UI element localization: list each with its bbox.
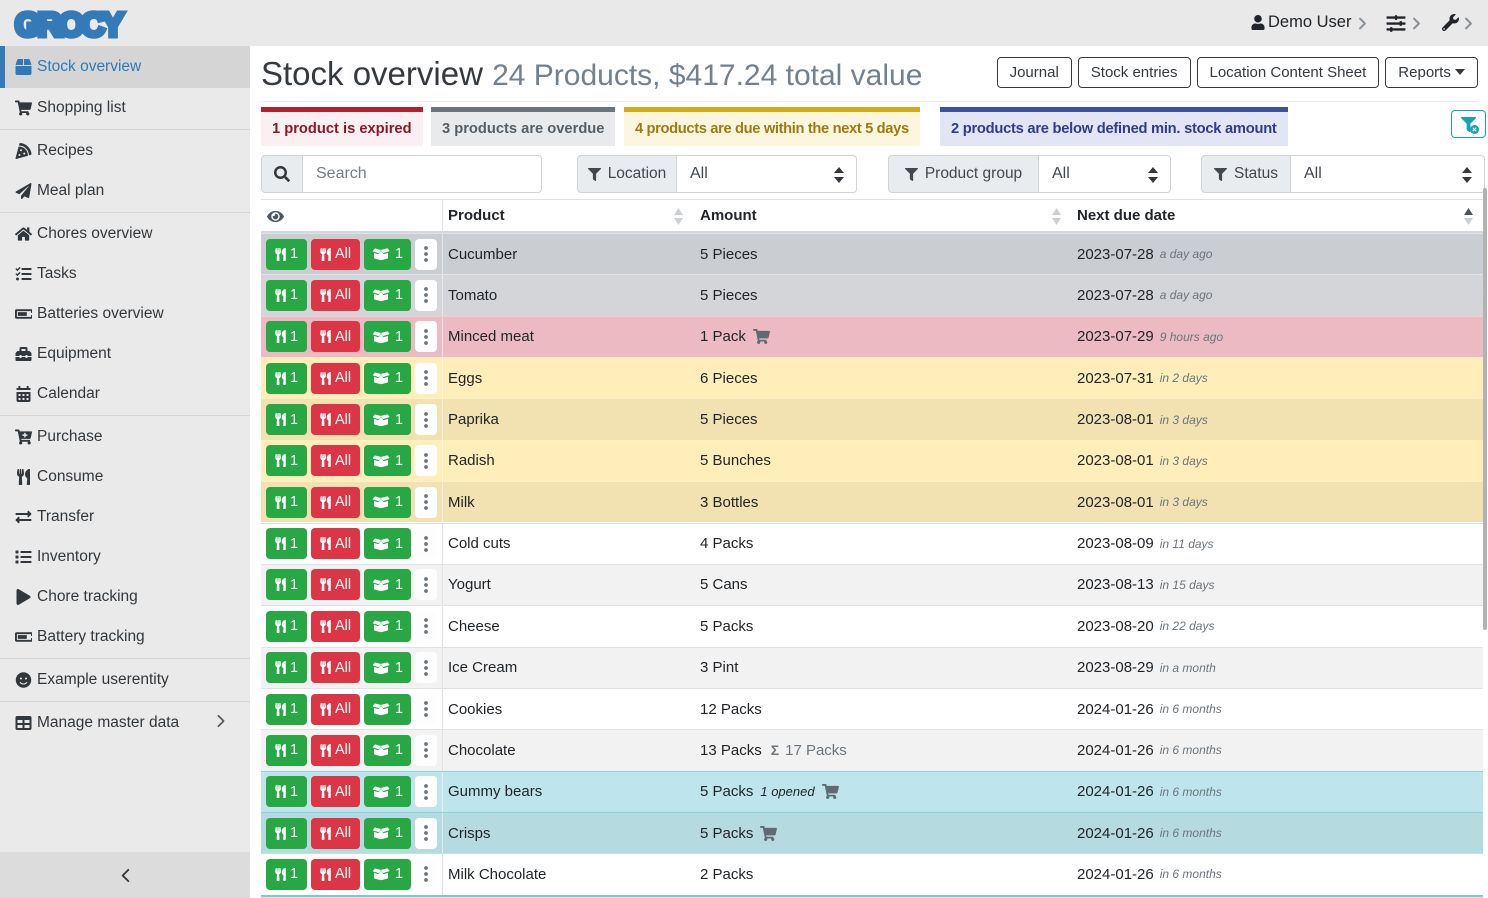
svg-text:GROCY: GROCY — [15, 6, 124, 43]
